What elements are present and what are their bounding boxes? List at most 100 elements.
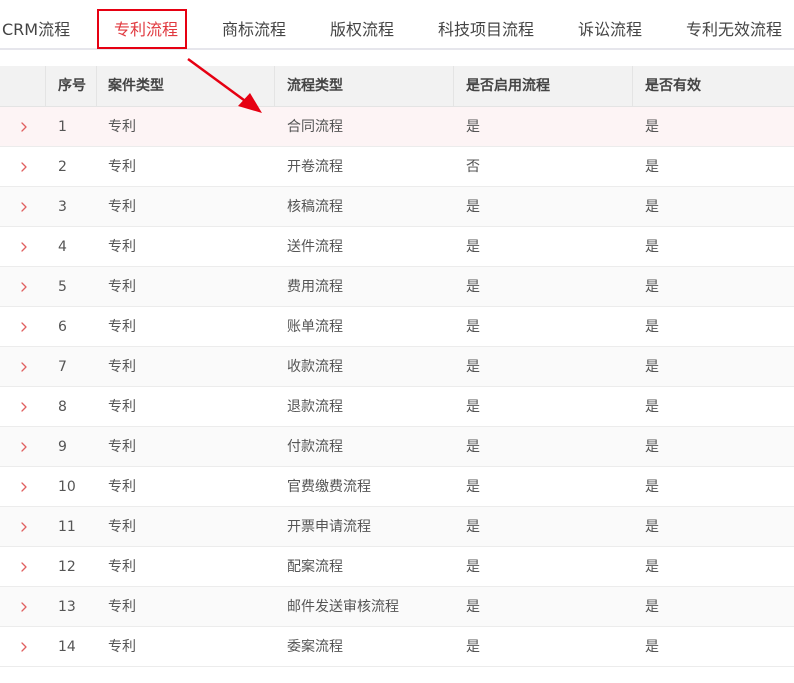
- chevron-right-icon[interactable]: [17, 479, 31, 495]
- table-row[interactable]: 8 专利 退款流程 是 是: [0, 387, 794, 427]
- tab-tech-project-flow[interactable]: 科技项目流程: [438, 0, 534, 48]
- cell-flow-enabled: 是: [466, 359, 480, 375]
- table-row[interactable]: 2 专利 开卷流程 否 是: [0, 147, 794, 187]
- column-divider: [453, 267, 454, 306]
- chevron-right-icon[interactable]: [17, 439, 31, 455]
- chevron-right-icon[interactable]: [17, 119, 31, 135]
- column-divider: [453, 66, 454, 106]
- table-row[interactable]: 1 专利 合同流程 是 是: [0, 107, 794, 147]
- tab-trademark-flow[interactable]: 商标流程: [222, 0, 286, 48]
- column-divider: [45, 627, 46, 666]
- column-divider: [453, 627, 454, 666]
- cell-case-type: 专利: [108, 399, 136, 415]
- table-row[interactable]: 14 专利 委案流程 是 是: [0, 627, 794, 667]
- column-divider: [45, 66, 46, 106]
- column-divider: [632, 267, 633, 306]
- chevron-right-icon[interactable]: [17, 399, 31, 415]
- column-divider: [274, 387, 275, 426]
- cell-valid: 是: [645, 119, 659, 135]
- column-divider: [45, 467, 46, 506]
- column-divider: [632, 147, 633, 186]
- cell-seq: 6: [58, 319, 67, 335]
- cell-flow-type: 开卷流程: [287, 159, 343, 175]
- cell-valid: 是: [645, 399, 659, 415]
- cell-flow-enabled: 是: [466, 279, 480, 295]
- column-divider: [632, 587, 633, 626]
- column-divider: [45, 547, 46, 586]
- tab-crm-flow[interactable]: CRM流程: [2, 0, 70, 48]
- cell-flow-type: 邮件发送审核流程: [287, 599, 399, 615]
- column-divider: [45, 427, 46, 466]
- table-row[interactable]: 9 专利 付款流程 是 是: [0, 427, 794, 467]
- column-divider: [96, 147, 97, 186]
- cell-valid: 是: [645, 519, 659, 535]
- cell-flow-enabled: 是: [466, 599, 480, 615]
- column-divider: [96, 347, 97, 386]
- cell-flow-type: 开票申请流程: [287, 519, 371, 535]
- chevron-right-icon[interactable]: [17, 519, 31, 535]
- table-row[interactable]: 10 专利 官费缴费流程 是 是: [0, 467, 794, 507]
- column-divider: [96, 227, 97, 266]
- header-seq: 序号: [58, 78, 86, 94]
- column-divider: [632, 347, 633, 386]
- cell-valid: 是: [645, 159, 659, 175]
- column-divider: [453, 347, 454, 386]
- cell-flow-enabled: 否: [466, 159, 480, 175]
- column-divider: [96, 507, 97, 546]
- cell-case-type: 专利: [108, 639, 136, 655]
- cell-seq: 7: [58, 359, 67, 375]
- chevron-right-icon[interactable]: [17, 159, 31, 175]
- cell-flow-type: 核稿流程: [287, 199, 343, 215]
- column-divider: [632, 307, 633, 346]
- table-row[interactable]: 11 专利 开票申请流程 是 是: [0, 507, 794, 547]
- cell-case-type: 专利: [108, 519, 136, 535]
- column-divider: [45, 107, 46, 146]
- cell-seq: 14: [58, 639, 76, 655]
- column-divider: [274, 307, 275, 346]
- column-divider: [274, 267, 275, 306]
- tab-patent-flow[interactable]: 专利流程: [114, 0, 178, 48]
- column-divider: [274, 187, 275, 226]
- column-divider: [632, 467, 633, 506]
- cell-seq: 4: [58, 239, 67, 255]
- tab-patent-invalidation-flow[interactable]: 专利无效流程: [686, 0, 782, 48]
- column-divider: [274, 347, 275, 386]
- tab-copyright-flow[interactable]: 版权流程: [330, 0, 394, 48]
- table-row[interactable]: 4 专利 送件流程 是 是: [0, 227, 794, 267]
- column-divider: [632, 547, 633, 586]
- cell-flow-enabled: 是: [466, 119, 480, 135]
- chevron-right-icon[interactable]: [17, 639, 31, 655]
- column-divider: [453, 107, 454, 146]
- chevron-right-icon[interactable]: [17, 599, 31, 615]
- chevron-right-icon[interactable]: [17, 279, 31, 295]
- tab-litigation-flow[interactable]: 诉讼流程: [578, 0, 642, 48]
- column-divider: [96, 627, 97, 666]
- table-row[interactable]: 12 专利 配案流程 是 是: [0, 547, 794, 587]
- column-divider: [632, 107, 633, 146]
- header-flow-enabled: 是否启用流程: [466, 78, 550, 94]
- table-row[interactable]: 13 专利 邮件发送审核流程 是 是: [0, 587, 794, 627]
- table-body: 1 专利 合同流程是是 2 专利 开卷流程否是 3 专利 核稿流程是是 4 专利 送件流程是是 5 专利费…: [0, 107, 794, 667]
- table-row[interactable]: 7 专利 收款流程 是 是: [0, 347, 794, 387]
- chevron-right-icon[interactable]: [17, 319, 31, 335]
- cell-valid: 是: [645, 439, 659, 455]
- cell-case-type: 专利: [108, 599, 136, 615]
- cell-case-type: 专利: [108, 319, 136, 335]
- chevron-right-icon[interactable]: [17, 359, 31, 375]
- chevron-right-icon[interactable]: [17, 199, 31, 215]
- table-header-row: 序号 案件类型 流程类型 是否启用流程 是否有效: [0, 66, 794, 107]
- table-row[interactable]: 5 专利 费用流程 是 是: [0, 267, 794, 307]
- cell-flow-type: 收款流程: [287, 359, 343, 375]
- column-divider: [274, 547, 275, 586]
- column-divider: [96, 187, 97, 226]
- cell-flow-type: 退款流程: [287, 399, 343, 415]
- table-row[interactable]: 3 专利 核稿流程 是 是: [0, 187, 794, 227]
- cell-seq: 2: [58, 159, 67, 175]
- cell-flow-enabled: 是: [466, 479, 480, 495]
- column-divider: [96, 547, 97, 586]
- table-row[interactable]: 6 专利 账单流程 是 是: [0, 307, 794, 347]
- chevron-right-icon[interactable]: [17, 239, 31, 255]
- cell-flow-enabled: 是: [466, 319, 480, 335]
- chevron-right-icon[interactable]: [17, 559, 31, 575]
- column-divider: [453, 387, 454, 426]
